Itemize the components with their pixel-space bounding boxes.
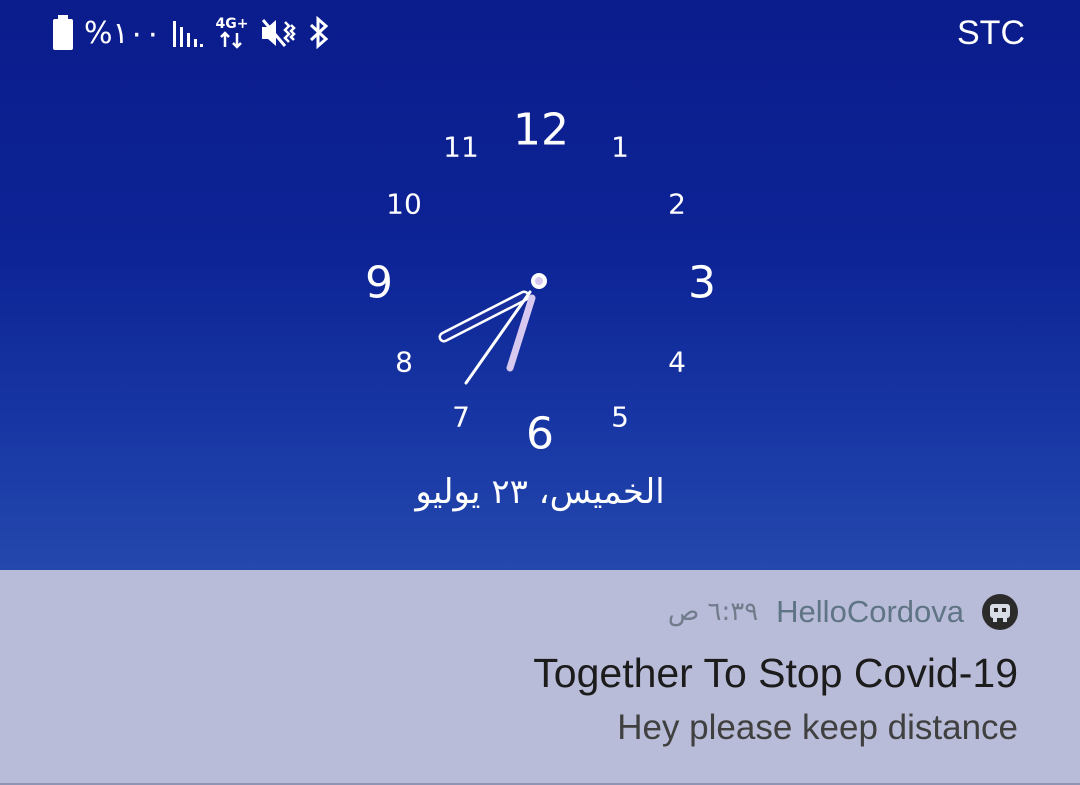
lockscreen-date: الخميس، ٢٣ يوليو (415, 472, 665, 512)
notification-header: ٦:٣٩ ص HelloCordova (668, 592, 1018, 632)
clock-number-6: 6 (526, 409, 554, 460)
clock-number-1: 1 (611, 131, 629, 164)
minute-hand (506, 294, 536, 372)
clock-number-8: 8 (395, 346, 413, 379)
notification-time: ٦:٣٩ ص (667, 597, 759, 627)
clock-number-7: 7 (452, 401, 470, 434)
notification-card[interactable]: ٦:٣٩ ص HelloCordova Together To Stop Cov… (0, 570, 1080, 785)
cordova-robot-icon (982, 594, 1018, 630)
clock-number-4: 4 (668, 346, 686, 379)
clock-number-11: 11 (443, 131, 479, 164)
clock-number-2: 2 (668, 188, 686, 221)
notification-title: Together To Stop Covid-19 (533, 650, 1018, 696)
clock-number-3: 3 (688, 258, 716, 309)
analog-clock: 12 1 2 3 4 5 6 7 8 9 10 11 الخميس، ٢٣ يو… (0, 0, 1080, 570)
lock-screen: %١٠٠ 4G+ STC 12 1 2 3 4 5 6 7 8 9 10 11 … (0, 0, 1080, 785)
notification-app-name: HelloCordova (776, 594, 964, 629)
clock-number-12: 12 (513, 105, 569, 156)
clock-number-10: 10 (386, 188, 422, 221)
clock-number-9: 9 (365, 258, 393, 309)
clock-number-5: 5 (611, 401, 629, 434)
notification-body: Hey please keep distance (617, 708, 1018, 747)
